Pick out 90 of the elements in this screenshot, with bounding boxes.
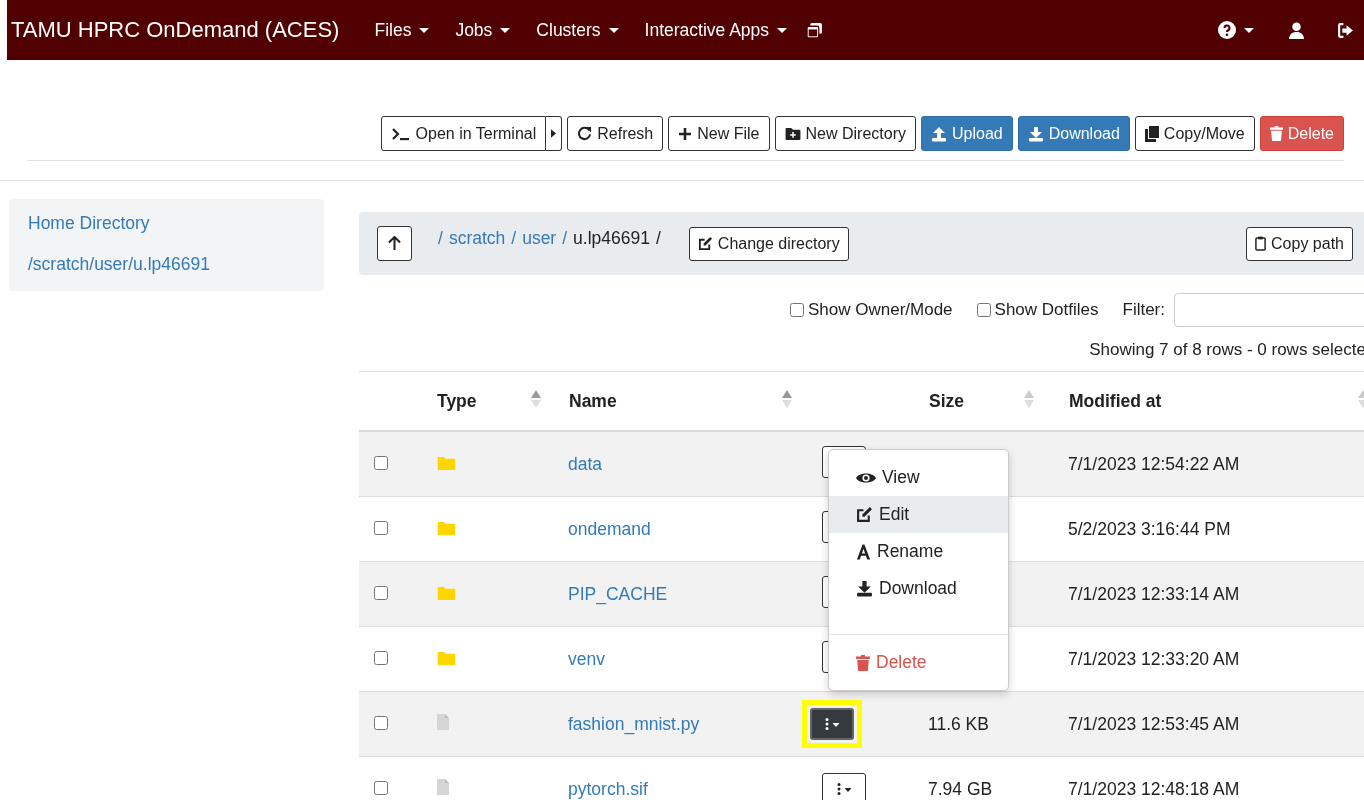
toolbar-button[interactable]: Upload xyxy=(920,116,1013,151)
option-label[interactable]: Show Dotfiles xyxy=(994,300,1099,320)
upload-icon xyxy=(930,125,947,142)
copy-icon xyxy=(1144,125,1159,142)
caret-icon xyxy=(551,129,557,138)
edit-icon xyxy=(697,236,713,251)
row-checkbox[interactable] xyxy=(374,715,388,730)
file-name-link[interactable]: pytorch.sif xyxy=(568,778,648,799)
letter-icon xyxy=(856,543,871,560)
table-cell: 11.6 KB xyxy=(928,713,989,734)
file-name-link[interactable]: venv xyxy=(568,648,605,669)
menu-item[interactable]: Delete xyxy=(829,644,1008,681)
toolbar-button[interactable]: New Directory xyxy=(774,116,916,151)
sort-icon xyxy=(531,390,541,408)
table-cell: 7/1/2023 12:53:45 AM xyxy=(1068,713,1240,734)
folder-icon xyxy=(437,650,456,665)
more-icon xyxy=(836,783,852,795)
file-name-link[interactable]: data xyxy=(568,453,603,474)
folder-plus-icon xyxy=(784,127,801,140)
menu-item[interactable]: Edit xyxy=(829,496,1008,533)
toolbar-button[interactable]: Download xyxy=(1017,116,1130,151)
table-cell: 5/2/2023 3:16:44 PM xyxy=(1068,518,1231,539)
menu-item[interactable]: Rename xyxy=(829,533,1008,570)
user-icon[interactable] xyxy=(1288,21,1305,39)
download-icon xyxy=(856,580,873,597)
clipboard-icon xyxy=(1255,236,1267,251)
folder-icon xyxy=(437,520,456,535)
table-cell: 7.94 GB xyxy=(928,778,993,799)
change-directory-button[interactable]: Change directory xyxy=(688,226,849,261)
filter-input[interactable] xyxy=(1174,293,1364,327)
filter-label: Filter: xyxy=(1122,300,1165,320)
table-cell: 7/1/2023 12:54:22 AM xyxy=(1068,453,1240,474)
menu-item[interactable]: Download xyxy=(829,570,1008,607)
copy-path-button[interactable]: Copy path xyxy=(1246,226,1353,261)
row-checkbox[interactable] xyxy=(374,455,388,470)
windows-icon[interactable] xyxy=(806,21,824,39)
open-terminal-button[interactable]: Open in Terminal xyxy=(380,116,547,151)
current-directory: u.lp46691 xyxy=(573,228,650,249)
sidebar-link[interactable]: /scratch/user/u.lp46691 xyxy=(9,246,324,287)
toolbar-button[interactable]: Delete xyxy=(1259,116,1344,151)
caret-icon[interactable] xyxy=(1244,27,1254,33)
path-separator: / xyxy=(511,228,517,249)
terminal-icon xyxy=(390,126,411,141)
more-icon xyxy=(824,718,840,730)
row-actions-button[interactable] xyxy=(810,708,854,740)
refresh-icon xyxy=(577,126,593,141)
row-actions-button[interactable] xyxy=(822,773,866,800)
download-icon xyxy=(1027,125,1044,142)
row-checkbox[interactable] xyxy=(374,780,388,795)
toolbar-button[interactable]: New File xyxy=(668,116,770,151)
edit-icon xyxy=(856,506,873,523)
nav-menu[interactable]: Files xyxy=(361,19,443,41)
nav-menu[interactable]: Clusters xyxy=(523,19,632,41)
nav-menu[interactable]: Interactive Apps xyxy=(631,19,801,41)
nav-menu[interactable]: Jobs xyxy=(442,19,524,41)
file-name-link[interactable]: ondemand xyxy=(568,518,651,539)
path-separator: / xyxy=(562,228,568,249)
sidebar-link[interactable]: Home Directory xyxy=(9,205,324,246)
path-separator: / xyxy=(438,228,443,249)
file-name-link[interactable]: PIP_CACHE xyxy=(568,583,668,604)
arrow-up-icon xyxy=(388,236,401,251)
trash-icon xyxy=(856,654,870,671)
toolbar-button[interactable]: Copy/Move xyxy=(1134,116,1255,151)
row-checkbox[interactable] xyxy=(374,520,388,535)
sort-icon xyxy=(782,390,792,408)
up-directory-button[interactable] xyxy=(377,226,412,261)
file-icon xyxy=(437,778,449,795)
option-checkbox[interactable] xyxy=(976,303,991,317)
row-checkbox[interactable] xyxy=(374,585,388,600)
file-name-link[interactable]: fashion_mnist.py xyxy=(568,713,700,734)
plus-icon xyxy=(678,126,693,141)
table-cell: 7/1/2023 12:33:14 AM xyxy=(1068,583,1240,604)
table-cell: 7/1/2023 12:33:20 AM xyxy=(1068,648,1240,669)
brand-title[interactable]: TAMU HPRC OnDemand (ACES) xyxy=(11,17,340,43)
option-checkbox[interactable] xyxy=(790,303,804,317)
trash-icon xyxy=(1269,126,1283,141)
toolbar-button[interactable]: Refresh xyxy=(567,116,664,151)
breadcrumb-link[interactable]: scratch xyxy=(448,228,506,249)
breadcrumb-link[interactable]: user xyxy=(522,228,557,249)
row-checkbox[interactable] xyxy=(374,650,388,665)
folder-icon xyxy=(437,455,456,470)
folder-icon xyxy=(437,585,456,600)
path-separator: / xyxy=(655,228,661,249)
menu-item[interactable]: View xyxy=(829,459,1008,496)
logout-icon[interactable] xyxy=(1337,21,1354,39)
help-icon[interactable] xyxy=(1218,21,1236,39)
table-cell: 7/1/2023 12:48:18 AM xyxy=(1068,778,1240,799)
dropdown-toggle[interactable] xyxy=(546,116,563,151)
sort-icon xyxy=(1024,390,1034,408)
option-label[interactable]: Show Owner/Mode xyxy=(808,300,953,320)
